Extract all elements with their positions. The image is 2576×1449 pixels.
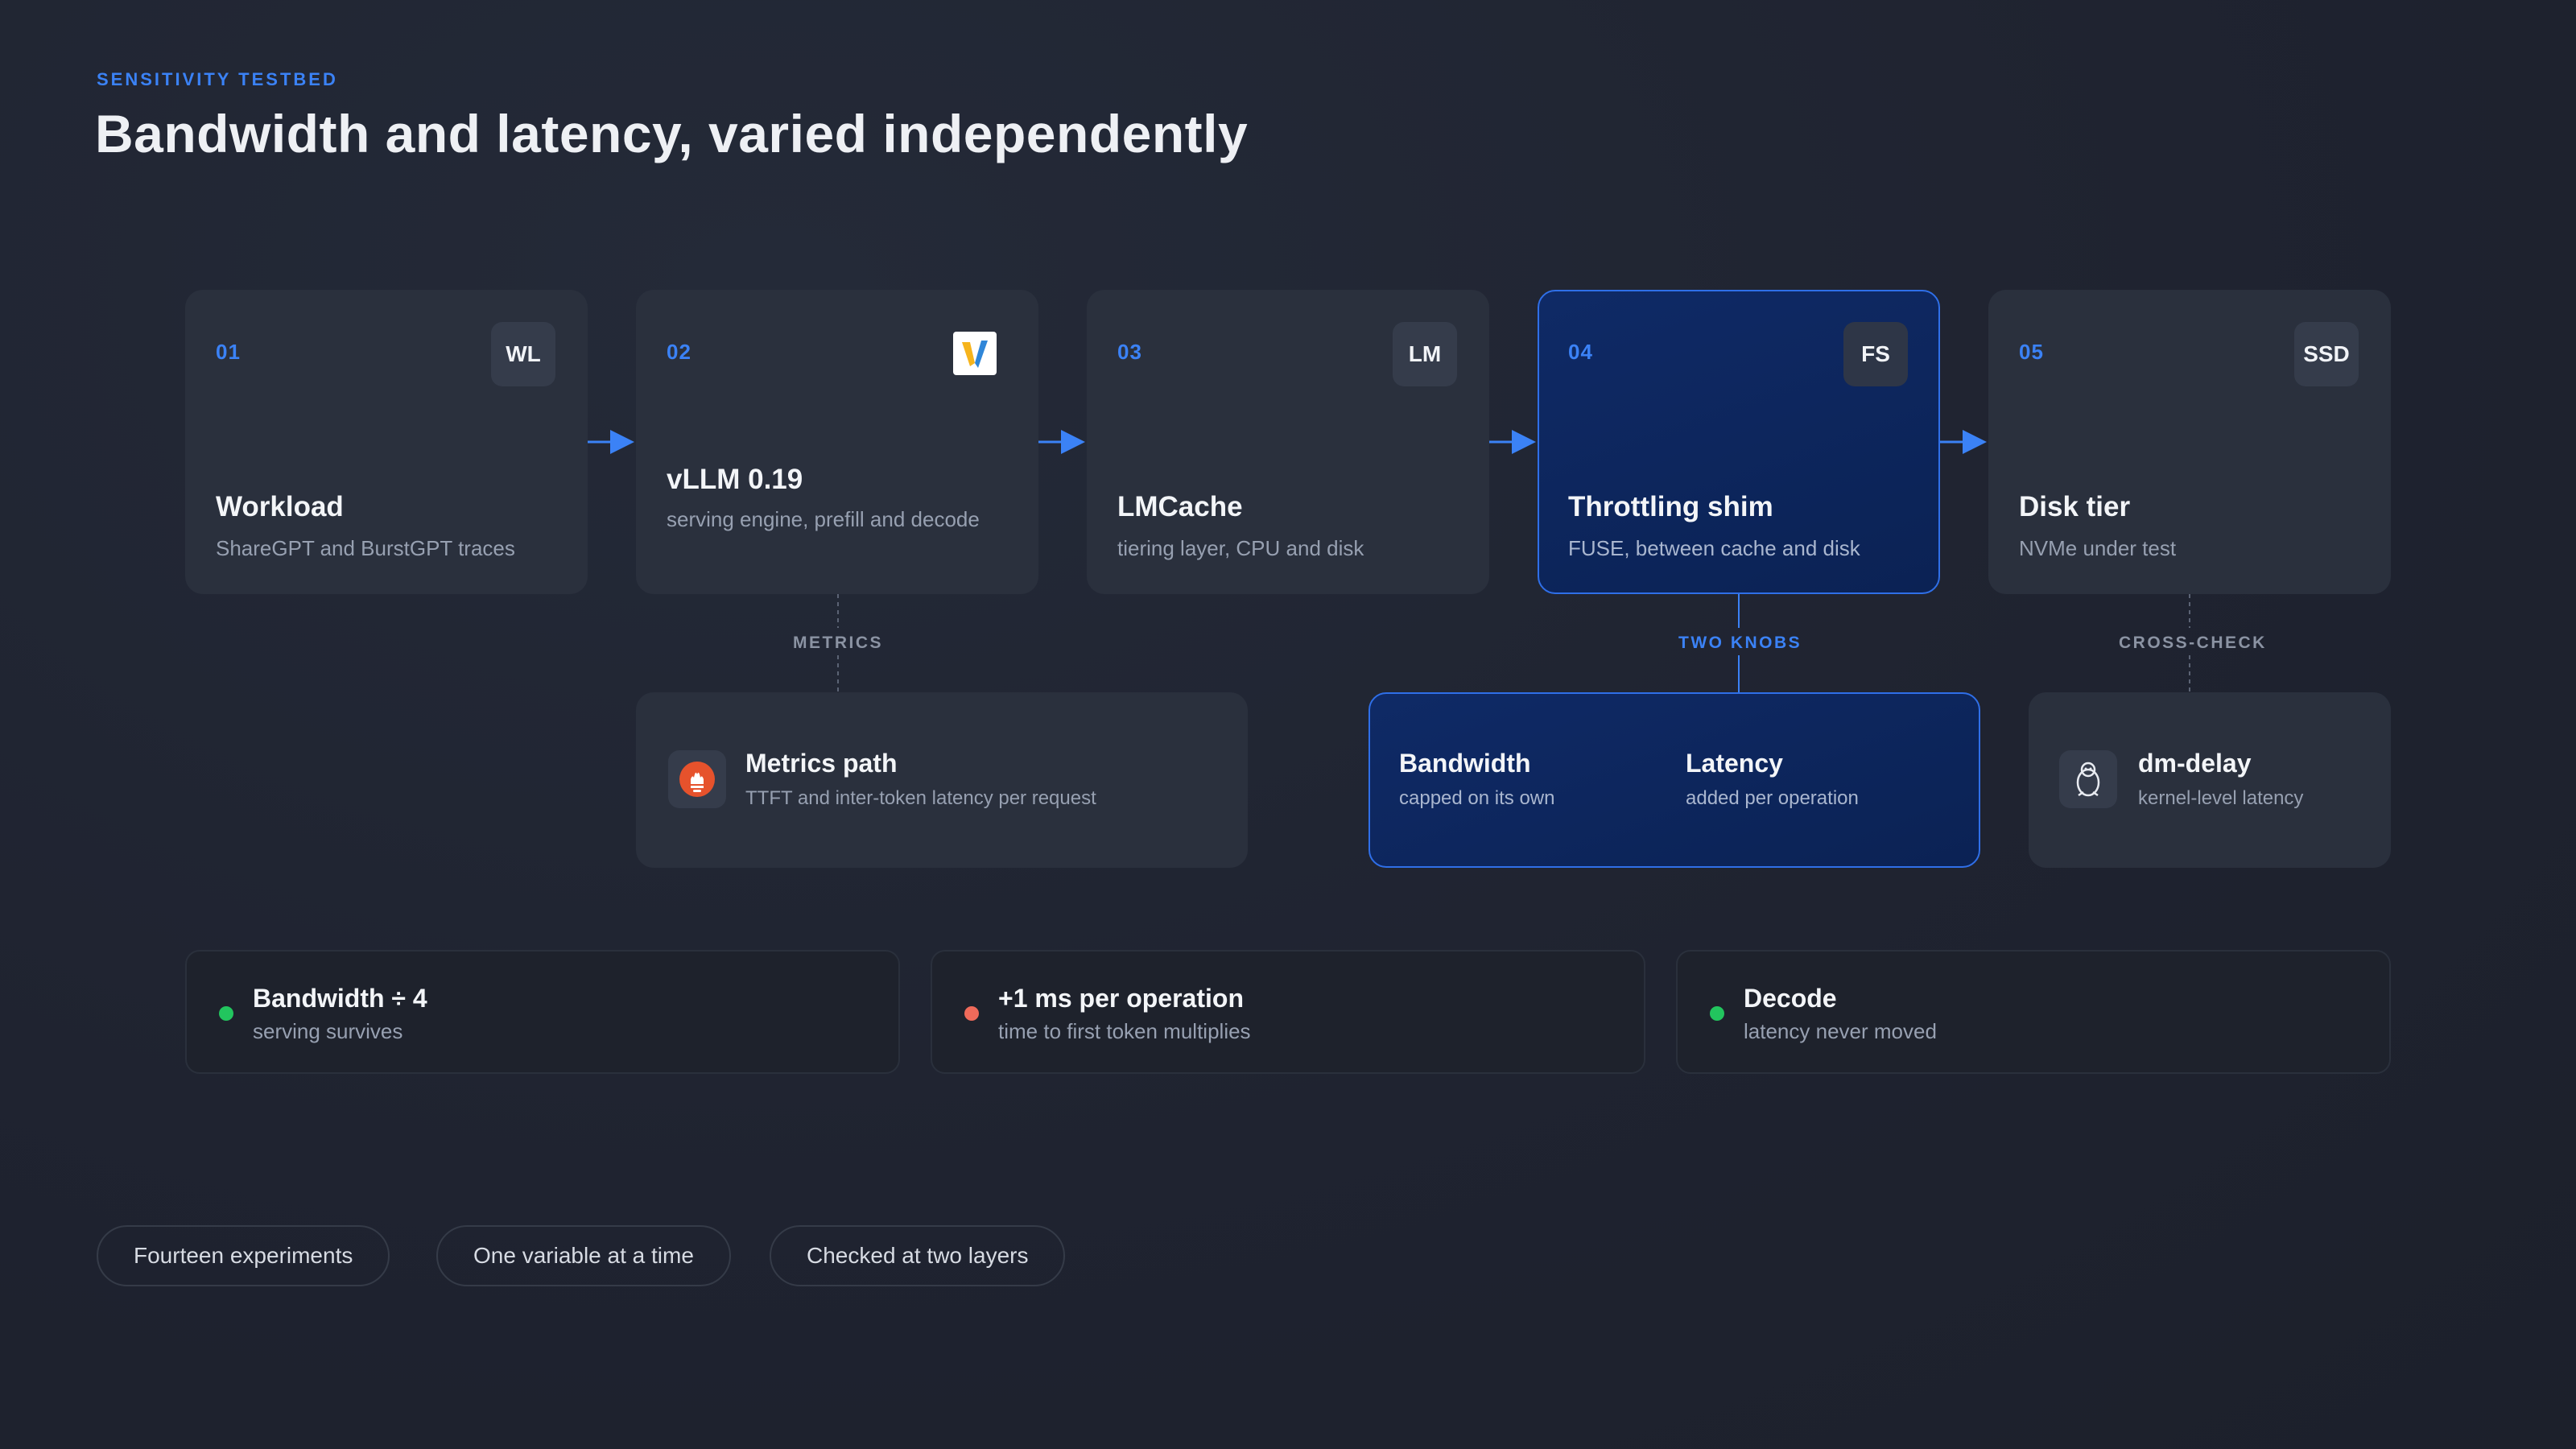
result-subtitle: latency never moved bbox=[1744, 1019, 1937, 1043]
result-card-bandwidth: Bandwidth ÷ 4 serving survives bbox=[185, 950, 900, 1074]
result-title: Bandwidth ÷ 4 bbox=[253, 984, 427, 1013]
bandwidth-knob-title: Bandwidth bbox=[1399, 749, 1531, 778]
panel-subtitle: TTFT and inter-token latency per request bbox=[745, 787, 1096, 809]
result-subtitle: serving survives bbox=[253, 1019, 403, 1043]
stage-number: 02 bbox=[667, 340, 691, 364]
connector-label-two-knobs: TWO KNOBS bbox=[1678, 634, 1802, 652]
stage-subtitle: ShareGPT and BurstGPT traces bbox=[216, 536, 515, 560]
stage-title: Workload bbox=[216, 491, 344, 522]
result-card-latency: +1 ms per operation time to first token … bbox=[931, 950, 1645, 1074]
fs-badge-icon: FS bbox=[1843, 322, 1908, 386]
result-title: +1 ms per operation bbox=[998, 984, 1244, 1013]
result-title: Decode bbox=[1744, 984, 1837, 1013]
status-dot-good bbox=[1710, 1006, 1724, 1021]
dm-delay-panel: dm-delay kernel-level latency bbox=[2029, 692, 2391, 868]
result-card-decode: Decode latency never moved bbox=[1676, 950, 2391, 1074]
stage-card-throttling-shim: 04 FS Throttling shim FUSE, between cach… bbox=[1538, 290, 1940, 594]
stage-card-lmcache: 03 LM LMCache tiering layer, CPU and dis… bbox=[1087, 290, 1489, 594]
metrics-path-panel: Metrics path TTFT and inter-token latenc… bbox=[636, 692, 1248, 868]
pill-fourteen-experiments: Fourteen experiments bbox=[97, 1225, 390, 1286]
status-dot-bad bbox=[964, 1006, 979, 1021]
stage-subtitle: FUSE, between cache and disk bbox=[1568, 536, 1860, 560]
stage-title: LMCache bbox=[1117, 491, 1243, 522]
prometheus-icon bbox=[668, 750, 726, 808]
stage-number: 04 bbox=[1568, 340, 1593, 364]
ssd-badge-icon: SSD bbox=[2294, 322, 2359, 386]
vllm-logo-icon bbox=[953, 332, 997, 375]
lm-badge-icon: LM bbox=[1393, 322, 1457, 386]
latency-knob-subtitle: added per operation bbox=[1686, 787, 1859, 809]
stage-subtitle: tiering layer, CPU and disk bbox=[1117, 536, 1364, 560]
stage-title: vLLM 0.19 bbox=[667, 464, 803, 495]
stage-card-disk-tier: 05 SSD Disk tier NVMe under test bbox=[1988, 290, 2391, 594]
stage-title: Throttling shim bbox=[1568, 491, 1773, 522]
panel-title: dm-delay bbox=[2138, 749, 2252, 778]
stage-subtitle: serving engine, prefill and decode bbox=[667, 507, 980, 531]
latency-knob-title: Latency bbox=[1686, 749, 1783, 778]
result-subtitle: time to first token multiplies bbox=[998, 1019, 1251, 1043]
stage-card-vllm: 02 vLLM 0.19 serving engine, prefill and… bbox=[636, 290, 1038, 594]
stage-number: 01 bbox=[216, 340, 241, 364]
stage-title: Disk tier bbox=[2019, 491, 2131, 522]
wl-badge-icon: WL bbox=[491, 322, 555, 386]
linux-tux-icon bbox=[2059, 750, 2117, 808]
connector-label-cross-check: CROSS-CHECK bbox=[2119, 634, 2267, 652]
panel-title: Metrics path bbox=[745, 749, 898, 778]
stage-subtitle: NVMe under test bbox=[2019, 536, 2177, 560]
pill-two-layers: Checked at two layers bbox=[770, 1225, 1066, 1286]
stage-card-workload: 01 WL Workload ShareGPT and BurstGPT tra… bbox=[185, 290, 588, 594]
panel-subtitle: kernel-level latency bbox=[2138, 787, 2304, 809]
two-knobs-panel: Bandwidth capped on its own Latency adde… bbox=[1368, 692, 1980, 868]
bandwidth-knob-subtitle: capped on its own bbox=[1399, 787, 1555, 809]
connector-label-metrics: METRICS bbox=[793, 634, 883, 652]
status-dot-good bbox=[219, 1006, 233, 1021]
stage-number: 05 bbox=[2019, 340, 2044, 364]
pill-one-variable: One variable at a time bbox=[436, 1225, 731, 1286]
stage-number: 03 bbox=[1117, 340, 1142, 364]
